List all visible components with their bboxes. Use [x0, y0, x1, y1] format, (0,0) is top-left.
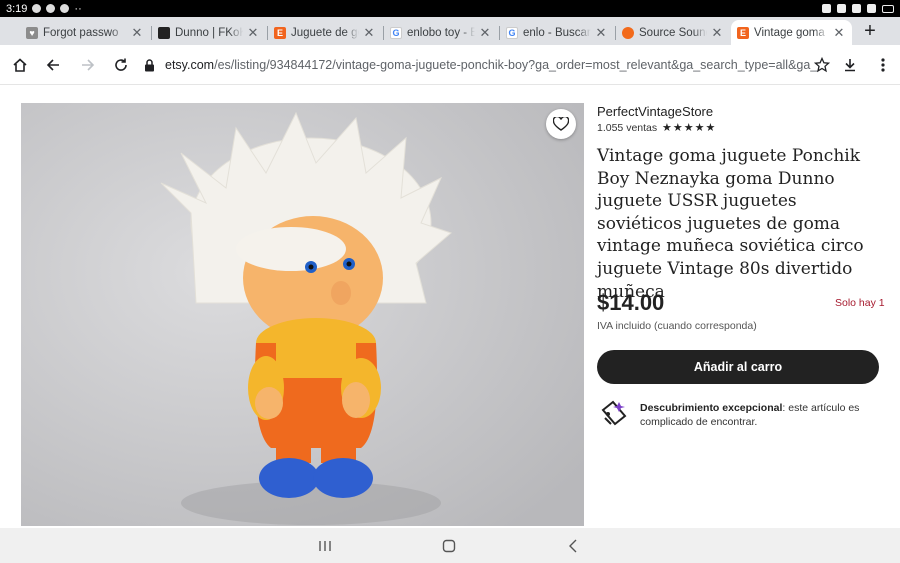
tab-juguete[interactable]: E Juguete de go ✕ [268, 20, 382, 45]
mute-icon [837, 4, 846, 13]
status-time: 3:19 [6, 2, 28, 15]
recent-apps-icon [319, 541, 331, 551]
reload-icon [115, 58, 127, 71]
favorite-button[interactable] [546, 109, 576, 139]
status-bar: 3:19 ·· [0, 0, 900, 17]
address-bar[interactable]: etsy.com/es/listing/934844172/vintage-go… [165, 55, 825, 75]
tab-title: Dunno | FKoKF [175, 26, 243, 39]
etsy-listing-page: PerfectVintageStore 1.055 ventas ★★★★★ V… [0, 86, 900, 528]
source-icon [622, 26, 634, 39]
battery-icon [882, 4, 894, 13]
system-navigation-bar [0, 528, 900, 563]
wifi-icon [867, 4, 876, 13]
recent-apps-button[interactable] [313, 534, 337, 558]
url-host: etsy.com [165, 58, 215, 72]
forward-button[interactable] [76, 53, 100, 77]
shop-name-link[interactable]: PerfectVintageStore [597, 104, 713, 119]
close-icon[interactable]: ✕ [362, 25, 376, 41]
location-icon [852, 4, 861, 13]
heart-outline-icon [553, 117, 569, 131]
rating-stars: ★★★★★ [662, 121, 716, 134]
tab-vintage-goma[interactable]: E Vintage goma ✕ [731, 20, 852, 45]
more-notifications-icon: ·· [74, 2, 82, 15]
tab-title: Vintage goma [754, 26, 825, 39]
sales-count: 1.055 ventas [597, 122, 658, 134]
tab-title: enlobo toy - Bu [407, 26, 475, 39]
notification-icon [32, 4, 42, 13]
etsy-icon: E [737, 26, 749, 39]
tab-forgot-password[interactable]: ♥ Forgot passwo ✕ [20, 20, 150, 45]
listing-title: Vintage goma juguete Ponchik Boy Neznayk… [597, 146, 864, 302]
menu-button[interactable] [871, 53, 895, 77]
new-tab-button[interactable]: + [858, 20, 882, 42]
star-icon: ★ [662, 122, 673, 134]
home-circle-icon [442, 539, 456, 553]
add-to-cart-button[interactable]: Añadir al carro [597, 350, 879, 384]
alarm-icon [822, 4, 831, 13]
bookmark-button[interactable] [810, 53, 834, 77]
lock-icon[interactable] [140, 53, 158, 77]
back-button[interactable] [41, 53, 65, 77]
tab-dunno[interactable]: Dunno | FKoKF ✕ [152, 20, 266, 45]
back-chevron-icon [569, 539, 577, 553]
rare-find-label: Descubrimiento excepcional [640, 402, 783, 414]
forward-arrow-icon [82, 59, 95, 71]
home-icon [13, 58, 27, 72]
back-arrow-icon [46, 59, 59, 71]
etsy-icon: E [274, 26, 286, 39]
stock-notice: Solo hay 1 [835, 297, 885, 309]
google-icon: G [390, 26, 402, 39]
tab-title: enlo - Buscar c [523, 26, 591, 39]
rare-find-note: Descubrimiento excepcional: este artícul… [640, 402, 880, 429]
close-icon[interactable]: ✕ [130, 25, 144, 41]
etsy-heart-icon: ♥ [26, 26, 38, 39]
product-photo[interactable] [21, 103, 584, 526]
kebab-menu-icon [881, 58, 885, 72]
toy-figure-illustration [21, 103, 584, 526]
download-icon [845, 59, 855, 72]
close-icon[interactable]: ✕ [478, 25, 492, 41]
close-icon[interactable]: ✕ [710, 25, 724, 41]
notification-icon [46, 4, 56, 13]
home-button[interactable] [8, 53, 32, 77]
download-button[interactable] [838, 53, 862, 77]
star-icon: ★ [683, 122, 695, 134]
vat-note: IVA incluido (cuando corresponda) [597, 320, 757, 332]
star-icon: ★ [694, 122, 706, 134]
star-outline-icon [814, 57, 830, 73]
price: $14.00 [597, 290, 665, 315]
tab-title: Juguete de go [291, 26, 359, 39]
rare-find-icon [599, 398, 629, 428]
close-icon[interactable]: ✕ [832, 25, 846, 41]
star-icon: ★ [705, 122, 717, 134]
close-icon[interactable]: ✕ [246, 25, 260, 41]
google-icon: G [506, 26, 518, 39]
star-icon: ★ [672, 122, 684, 134]
url-path: /es/listing/934844172/vintage-goma-jugue… [214, 58, 818, 72]
tab-enlo-buscar[interactable]: G enlo - Buscar c ✕ [500, 20, 614, 45]
close-icon[interactable]: ✕ [594, 25, 608, 41]
back-nav-button[interactable] [561, 534, 585, 558]
browser-toolbar: etsy.com/es/listing/934844172/vintage-go… [0, 45, 900, 85]
notification-icon [60, 4, 70, 13]
tab-source-sound[interactable]: Source Sound ✕ [616, 20, 730, 45]
tab-strip: ♥ Forgot passwo ✕ Dunno | FKoKF ✕ E Jugu… [0, 17, 900, 45]
fkok-icon [158, 26, 170, 39]
tab-title: Source Sound [639, 26, 707, 39]
tab-title: Forgot passwo [43, 26, 119, 39]
reload-button[interactable] [109, 53, 133, 77]
home-nav-button[interactable] [437, 534, 461, 558]
tab-enlobo-toy[interactable]: G enlobo toy - Bu ✕ [384, 20, 498, 45]
